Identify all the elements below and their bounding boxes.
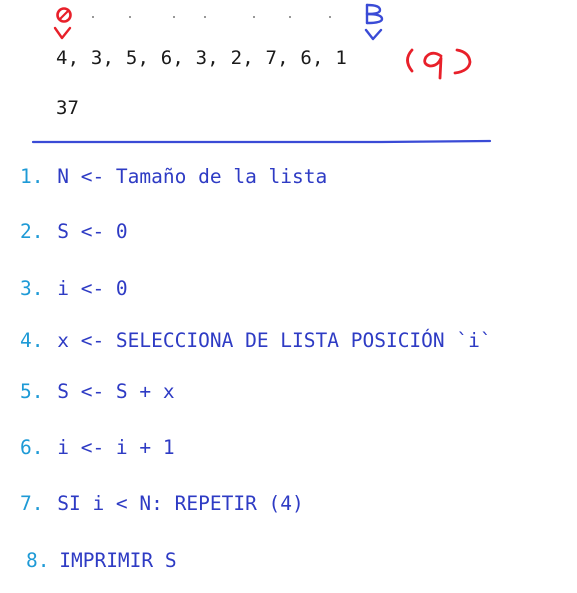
step-number: 4. [20, 329, 44, 352]
step-code: IMPRIMIR S [59, 549, 177, 572]
step-number: 1. [20, 165, 44, 188]
step-code: S <- 0 [57, 220, 128, 243]
step-code: S <- S + x [57, 380, 175, 403]
start-check-icon [53, 26, 72, 40]
step-3: 3. i <- 0 [20, 277, 128, 300]
start-marker-zero [56, 7, 72, 23]
step-code: i <- 0 [57, 277, 128, 300]
step-number: 7. [20, 492, 44, 515]
step-8: 8. IMPRIMIR S [26, 549, 177, 572]
dotted-guide [92, 16, 331, 18]
end-check-icon [364, 28, 383, 41]
divider-line [31, 139, 492, 144]
step-number: 2. [20, 220, 44, 243]
step-number: 3. [20, 277, 44, 300]
step-4: 4. x <- SELECCIONA DE LISTA POSICIÓN `i` [20, 329, 492, 352]
step-code: i <- i + 1 [57, 436, 175, 459]
number-list: 4, 3, 5, 6, 3, 2, 7, 6, 1 [56, 47, 347, 69]
step-number: 8. [26, 549, 50, 572]
step-code: SI i < N: REPETIR (4) [57, 492, 304, 515]
count-note-handwritten [406, 48, 472, 80]
step-6: 6. i <- i + 1 [20, 436, 175, 459]
result-value: 37 [56, 97, 79, 119]
step-code: N <- Tamaño de la lista [57, 165, 328, 188]
end-marker-b [365, 3, 384, 25]
step-7: 7. SI i < N: REPETIR (4) [20, 492, 304, 515]
step-5: 5. S <- S + x [20, 380, 175, 403]
step-2: 2. S <- 0 [20, 220, 128, 243]
step-number: 6. [20, 436, 44, 459]
step-1: 1. N <- Tamaño de la lista [20, 165, 327, 188]
step-number: 5. [20, 380, 44, 403]
step-code: x <- SELECCIONA DE LISTA POSICIÓN `i` [57, 329, 492, 352]
